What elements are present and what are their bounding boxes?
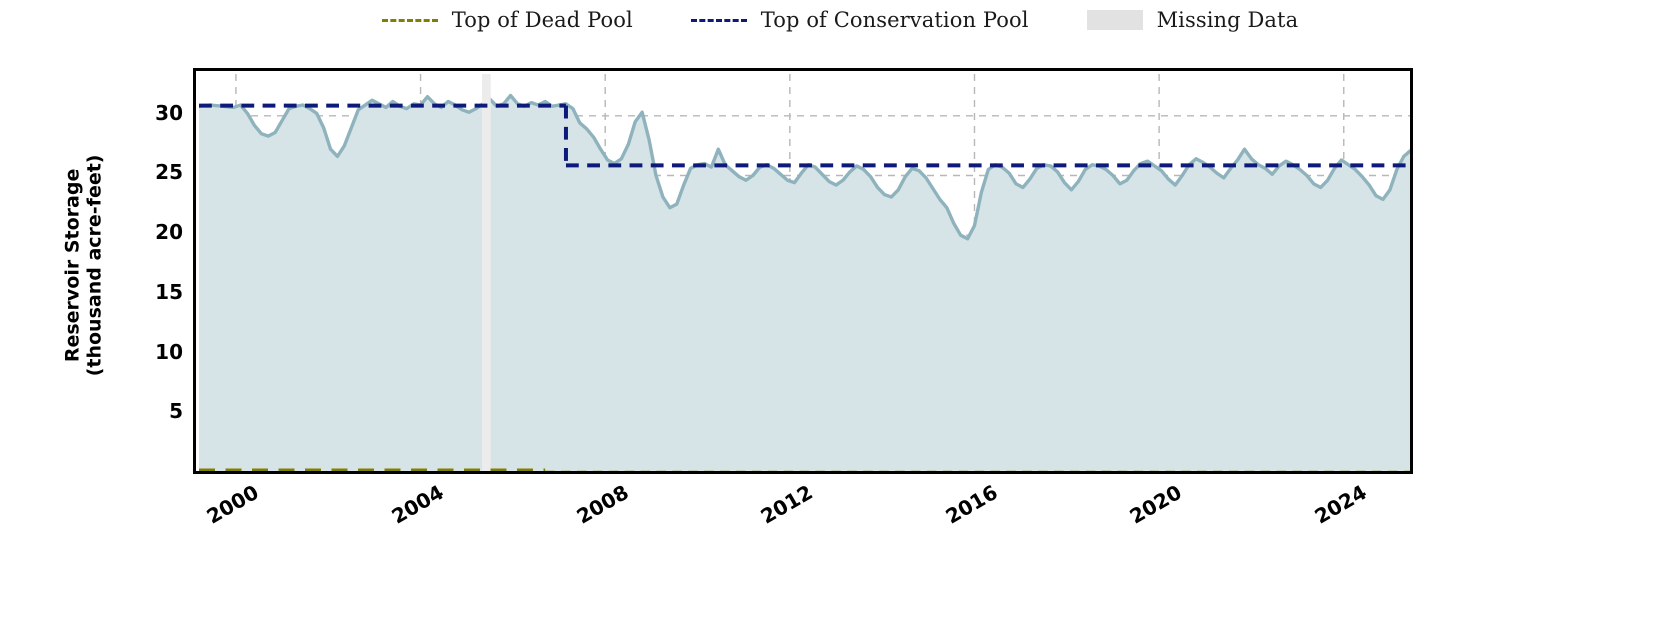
y-tick-label: 15 bbox=[155, 279, 183, 304]
legend-item-missing-data: Missing Data bbox=[1086, 8, 1299, 32]
x-tick-label: 2000 bbox=[202, 480, 263, 529]
y-axis-title-line1: Reservoir Storage bbox=[61, 168, 84, 362]
legend-item-dead-pool: Top of Dead Pool bbox=[381, 8, 633, 32]
legend-label-dead-pool: Top of Dead Pool bbox=[451, 8, 633, 32]
legend-item-conservation-pool: Top of Conservation Pool bbox=[690, 8, 1029, 32]
y-axis-tick-labels: 5 10 15 20 25 30 bbox=[127, 68, 183, 474]
plot-area bbox=[193, 68, 1413, 474]
x-tick-label: 2008 bbox=[571, 480, 633, 529]
x-tick-label: 2004 bbox=[387, 480, 448, 529]
y-tick-label: 20 bbox=[155, 220, 183, 245]
y-tick-label: 30 bbox=[155, 100, 183, 125]
y-axis-title-line2: (thousand acre-feet) bbox=[84, 154, 106, 376]
missing-data-band bbox=[481, 74, 491, 471]
missing-data-bands bbox=[481, 74, 491, 471]
chart-legend: Top of Dead Pool Top of Conservation Poo… bbox=[0, 8, 1680, 32]
data-series-group bbox=[199, 93, 1410, 471]
patch-swatch-icon-missing-data bbox=[1086, 10, 1143, 30]
legend-label-conservation-pool: Top of Conservation Pool bbox=[760, 8, 1029, 32]
x-tick-label: 2012 bbox=[756, 480, 817, 529]
x-tick-label: 2016 bbox=[941, 480, 1002, 529]
dashed-line-icon-conservation-pool bbox=[690, 18, 747, 22]
x-axis-tick-labels: 2000 2004 2008 2012 2016 2020 2024 bbox=[193, 474, 1413, 544]
y-tick-label: 10 bbox=[155, 339, 183, 364]
y-axis-title: Reservoir Storage (thousand acre-feet) bbox=[54, 60, 114, 470]
plot-canvas bbox=[196, 71, 1410, 471]
chart-figure: Top of Dead Pool Top of Conservation Poo… bbox=[0, 0, 1680, 630]
legend-label-missing-data: Missing Data bbox=[1156, 8, 1299, 32]
chart-svg bbox=[199, 74, 1410, 471]
x-tick-label: 2020 bbox=[1125, 480, 1187, 529]
dashed-line-icon-dead-pool bbox=[381, 18, 438, 22]
series-area-fill bbox=[199, 95, 1410, 471]
y-tick-label: 25 bbox=[155, 160, 183, 185]
x-tick-label: 2024 bbox=[1310, 480, 1371, 529]
y-tick-label: 5 bbox=[169, 399, 183, 424]
